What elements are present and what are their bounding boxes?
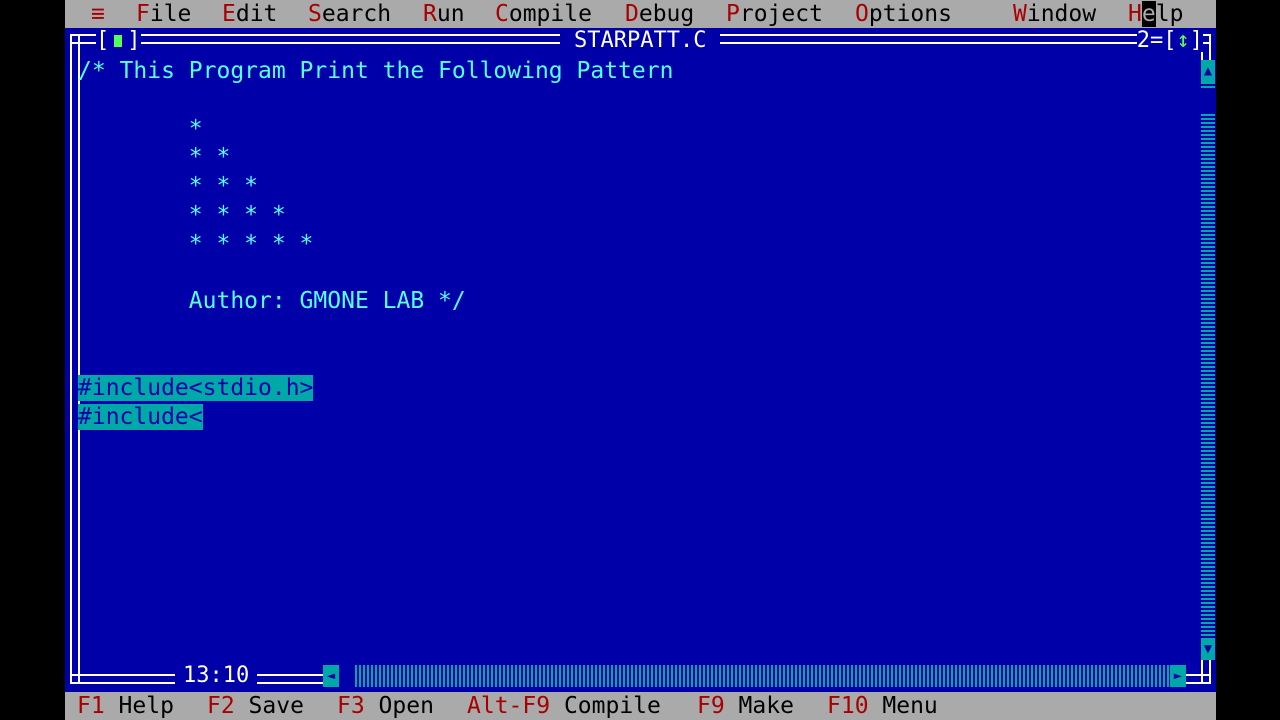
close-bracket-left: [ — [96, 28, 110, 53]
turbo-c-ide: ≡ File Edit Search Run Compile Debug Pro… — [65, 0, 1216, 720]
code-line: #include<stdio.h> — [78, 374, 314, 402]
window-title: STARPATT.C — [560, 30, 721, 52]
menu-compile[interactable]: Compile — [495, 0, 592, 28]
menu-edit-label: dit — [235, 1, 278, 27]
status-compile[interactable]: Alt-F9 Compile — [467, 692, 661, 720]
menu-window-hotkey: W — [1013, 1, 1027, 27]
code-line: Author: GMONE LAB */ — [78, 288, 466, 315]
menu-bar: ≡ File Edit Search Run Compile Debug Pro… — [65, 0, 1216, 28]
menu-cursor: e — [1141, 1, 1156, 27]
menu-project-label: roject — [739, 1, 823, 27]
menu-run-label: un — [436, 1, 465, 27]
status-open-label: Open — [364, 693, 434, 719]
menu-run-hotkey: R — [423, 1, 437, 27]
menu-debug[interactable]: Debug — [625, 0, 694, 28]
status-menu-label: Menu — [868, 693, 938, 719]
status-compile-label: Compile — [550, 693, 661, 719]
status-make[interactable]: F9 Make — [697, 692, 794, 720]
menu-search-hotkey: S — [308, 1, 322, 27]
horizontal-scrollbar[interactable]: ◄ ► — [323, 665, 1186, 687]
menu-file[interactable]: File — [136, 0, 191, 28]
menu-run[interactable]: Run — [423, 0, 465, 28]
status-menu[interactable]: F10 Menu — [827, 692, 938, 720]
menu-file-hotkey: F — [136, 1, 150, 27]
selected-code: #include<stdio.h> — [78, 374, 314, 401]
cursor-position: 13:10 — [175, 662, 258, 690]
menu-search-label: earch — [321, 1, 392, 27]
menu-help-label: lp — [1155, 1, 1184, 27]
menu-window[interactable]: Window — [1013, 0, 1096, 28]
vertical-scroll-thumb[interactable] — [1201, 90, 1215, 112]
menu-options-label: ptions — [868, 1, 952, 27]
menu-window-label: indow — [1026, 1, 1097, 27]
code-line: * * * — [78, 173, 259, 200]
scroll-right-arrow-icon[interactable]: ► — [1170, 665, 1186, 687]
horizontal-scroll-thumb[interactable] — [339, 665, 353, 687]
status-open-key: F3 — [337, 693, 365, 719]
menu-debug-hotkey: D — [625, 1, 639, 27]
close-icon — [114, 35, 123, 47]
selected-code: #include< — [78, 403, 203, 430]
status-open[interactable]: F3 Open — [337, 692, 434, 720]
status-save[interactable]: F2 Save — [207, 692, 304, 720]
menu-help-hotkey: H — [1128, 1, 1142, 27]
menu-edit-hotkey: E — [222, 1, 236, 27]
code-line: #include< — [78, 403, 203, 431]
status-menu-key: F10 — [827, 693, 869, 719]
status-bar: F1 Help F2 Save F3 Open Alt-F9 Compile F… — [65, 692, 1216, 720]
close-button[interactable]: [] — [96, 30, 141, 52]
status-compile-key: Alt-F9 — [467, 693, 551, 719]
code-line: /* This Program Print the Following Patt… — [78, 58, 674, 84]
scroll-left-arrow-icon[interactable]: ◄ — [323, 665, 339, 687]
scroll-up-arrow-icon[interactable]: ▲ — [1201, 60, 1215, 82]
status-save-key: F2 — [207, 693, 235, 719]
status-help-label: Help — [104, 693, 174, 719]
status-make-label: Make — [724, 693, 794, 719]
code-editor[interactable]: /* This Program Print the Following Patt… — [78, 57, 1198, 657]
menu-compile-hotkey: C — [495, 1, 509, 27]
vertical-scrollbar[interactable]: ▲ ▼ — [1201, 60, 1215, 660]
close-bracket-right: ] — [127, 28, 141, 53]
menu-debug-label: ebug — [638, 1, 695, 27]
menu-search[interactable]: Search — [308, 0, 391, 28]
scroll-down-arrow-icon[interactable]: ▼ — [1201, 638, 1215, 660]
system-menu-icon[interactable]: ≡ — [91, 0, 105, 28]
menu-help[interactable]: Help — [1128, 0, 1183, 28]
zoom-icon[interactable]: ↕ — [1177, 28, 1190, 53]
menu-file-label: ile — [149, 1, 192, 27]
menu-project[interactable]: Project — [726, 0, 823, 28]
code-line: * — [78, 115, 203, 142]
zoom-bracket-left: =[ — [1150, 28, 1177, 53]
menu-edit[interactable]: Edit — [222, 0, 277, 28]
zoom-bracket-right: ] — [1189, 28, 1203, 53]
menu-options[interactable]: Options — [855, 0, 952, 28]
code-line: * * * * * — [78, 230, 314, 257]
menu-project-hotkey: P — [726, 1, 740, 27]
code-line: * * * * — [78, 202, 286, 228]
menu-compile-label: ompile — [508, 1, 592, 27]
status-help[interactable]: F1 Help — [77, 692, 174, 720]
code-line: * * — [78, 144, 231, 171]
window-number-zoom: 2=[↕] — [1136, 28, 1203, 53]
menu-options-hotkey: O — [855, 1, 869, 27]
window-number: 2 — [1136, 28, 1150, 53]
status-make-key: F9 — [697, 693, 725, 719]
status-save-label: Save — [234, 693, 304, 719]
status-help-key: F1 — [77, 693, 105, 719]
